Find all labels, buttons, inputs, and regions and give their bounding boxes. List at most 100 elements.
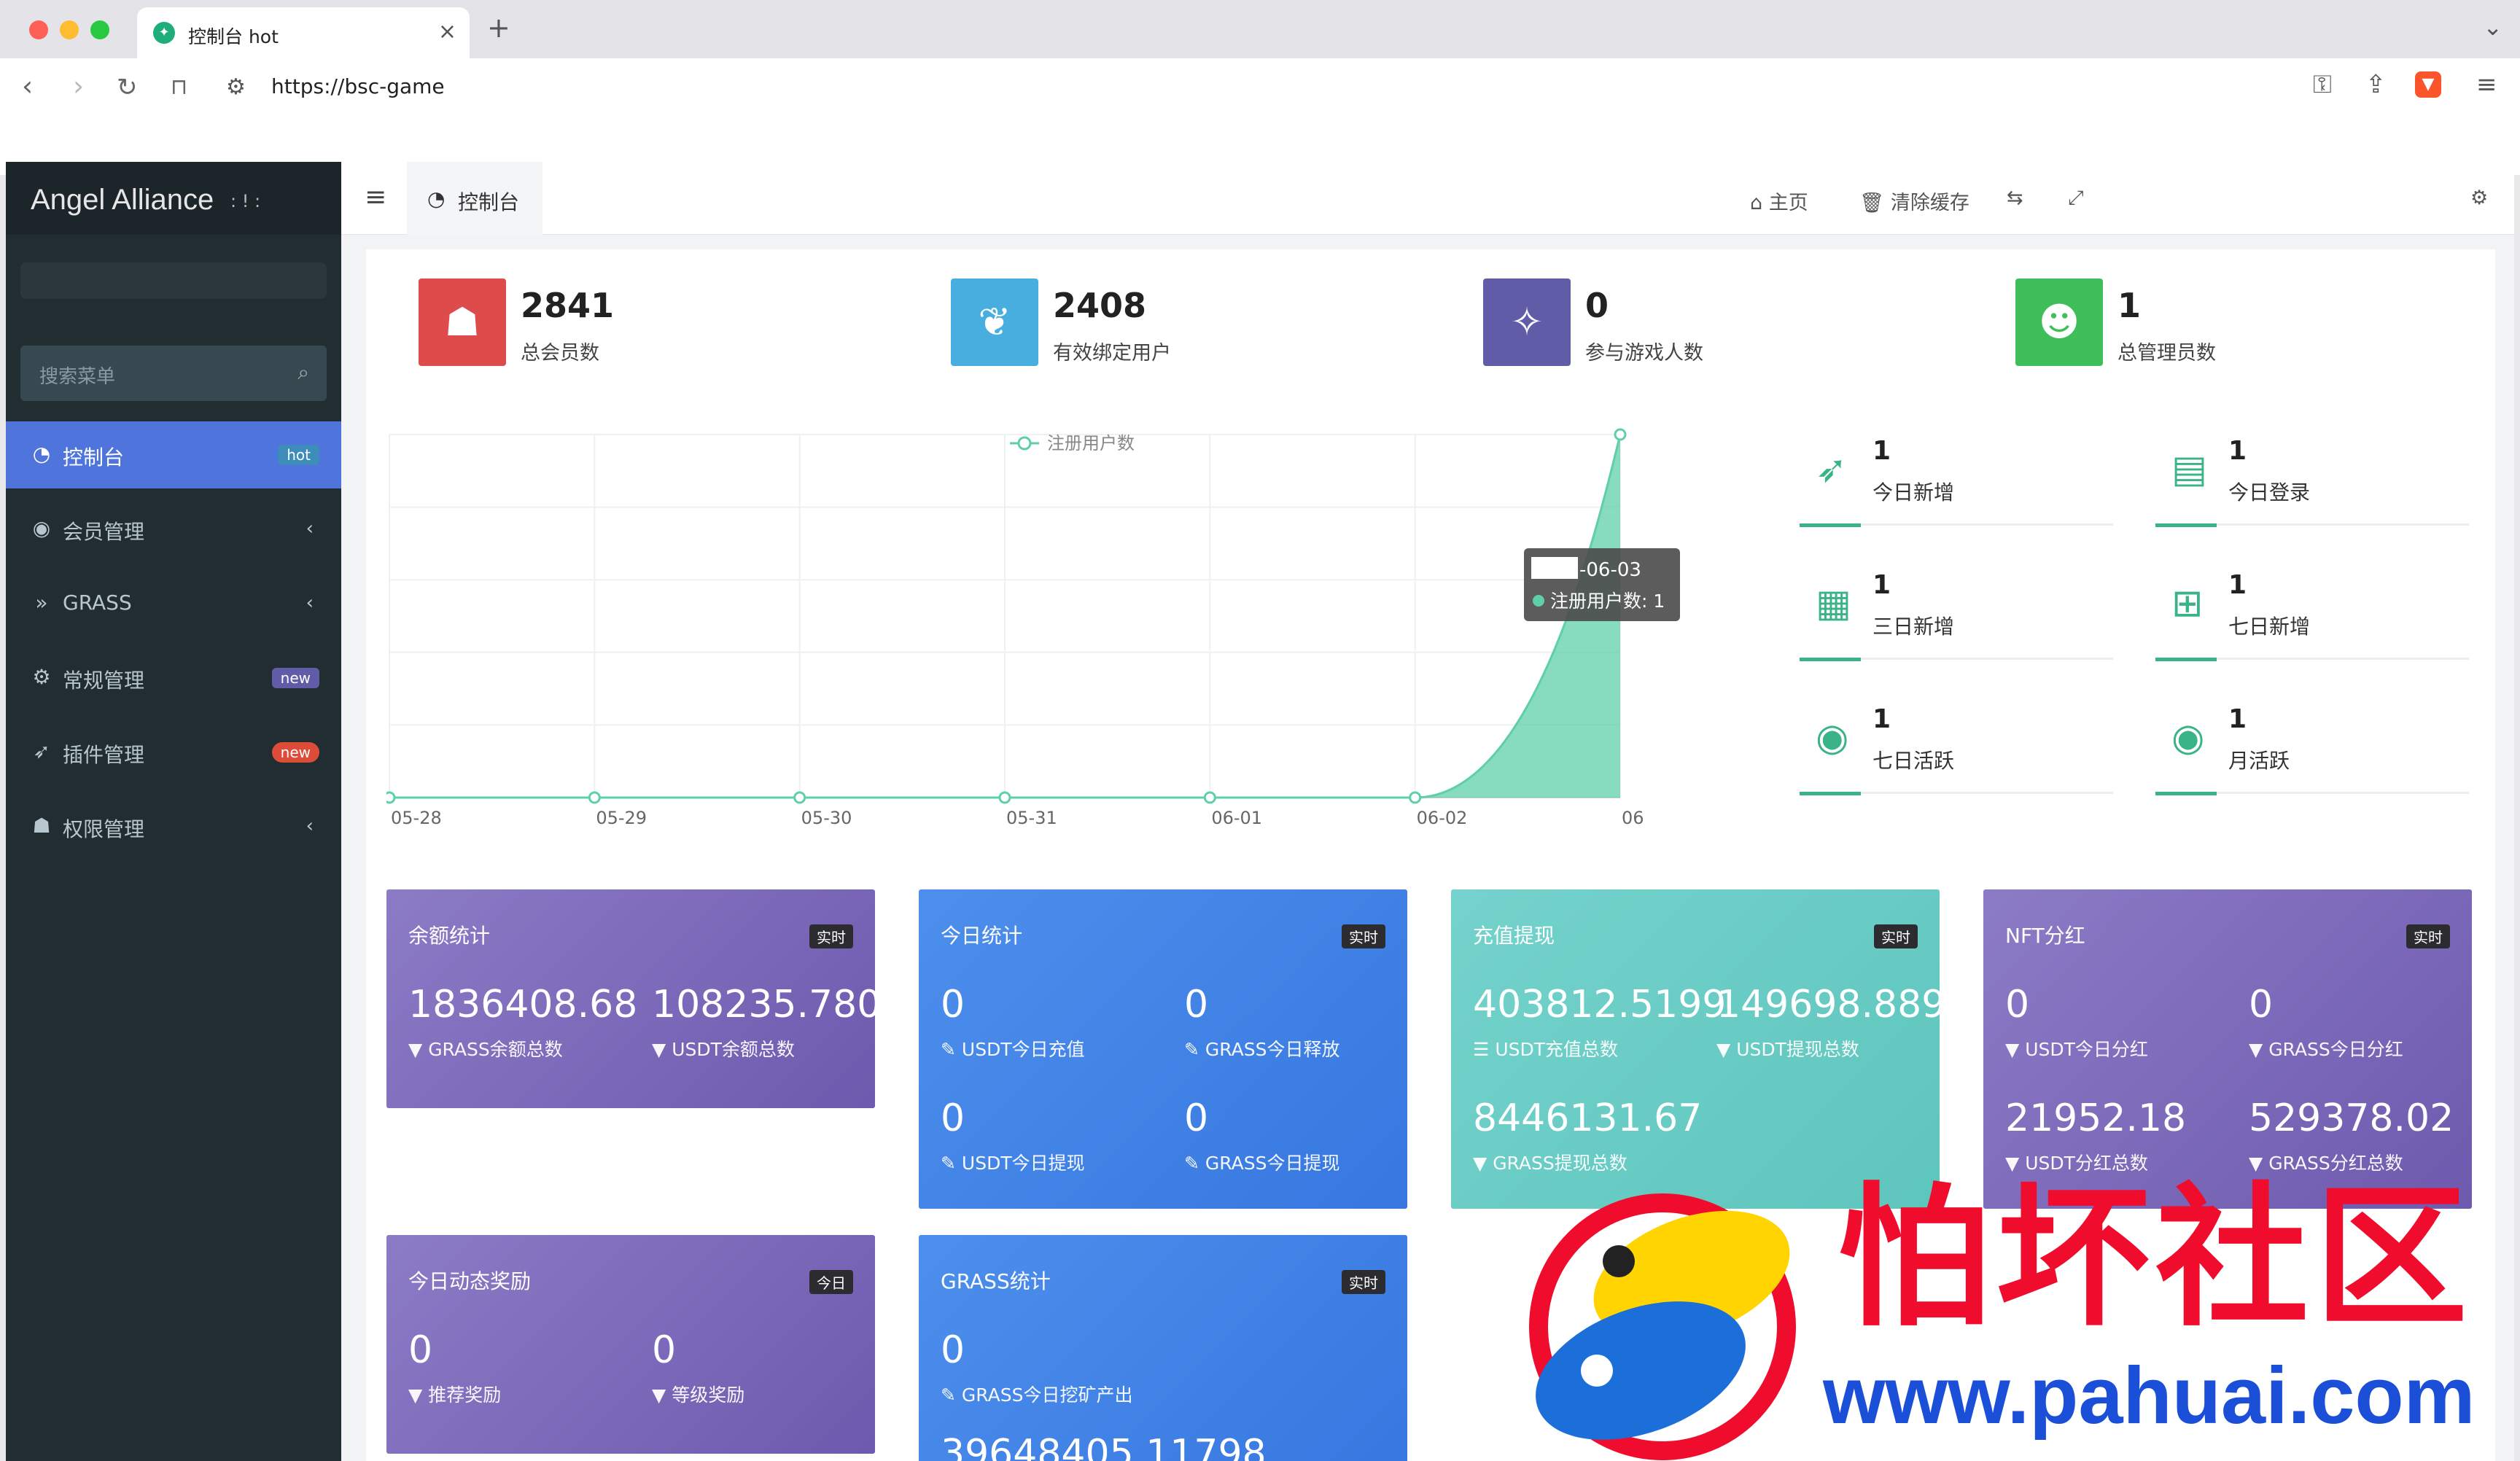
stat-game-players: ✧ 0 参与游戏人数 xyxy=(1483,278,1994,366)
panel-balance: 余额统计 实时 1836408.68 ▼ GRASS余额总数 108235.78… xyxy=(386,889,875,1108)
data-point xyxy=(1409,791,1422,804)
stat-label: 有效绑定用户 xyxy=(1053,342,1171,365)
realtime-badge: 实时 xyxy=(1342,924,1385,948)
sidebar-item-permissions[interactable]: ☗ 权限管理 ‹ xyxy=(6,793,341,860)
site-settings-icon[interactable]: ⚙ xyxy=(226,74,246,100)
panel-title: 今日动态奖励 xyxy=(408,1269,532,1293)
panel-label: ✎ USDT今日充值 xyxy=(941,1039,1085,1060)
search-icon[interactable]: ⌕ xyxy=(298,360,309,385)
divider-accent xyxy=(1800,792,1861,795)
panel-value: 21952.18 xyxy=(2005,1096,2187,1140)
sidebar-item-members[interactable]: ◉ 会员管理 ‹ xyxy=(6,496,341,563)
url-text[interactable]: https://bsc-game xyxy=(271,74,445,98)
realtime-badge: 实时 xyxy=(1342,1270,1385,1294)
new-tab-icon[interactable]: + xyxy=(487,12,510,44)
tooltip-date: -06-03 xyxy=(1579,559,1641,581)
browser-tab-bar: ✦ 控制台 hot × + ⌄ xyxy=(0,0,2520,58)
brave-shield-icon[interactable]: ▼ xyxy=(2415,71,2441,98)
tab-label: 控制台 xyxy=(458,190,520,214)
stat-label: 总管理员数 xyxy=(2118,342,2216,365)
realtime-badge: 实时 xyxy=(1874,924,1918,948)
mini-stat-label: 月活跃 xyxy=(2228,749,2290,773)
sidebar-item-plugins[interactable]: ➶ 插件管理 new xyxy=(6,719,341,786)
logo-text: Angel Alliance xyxy=(31,184,214,216)
stat-label: 参与游戏人数 xyxy=(1585,342,1703,365)
mini-stat-value: 1 xyxy=(1872,570,1891,600)
panel-label: ▼ 等级奖励 xyxy=(652,1384,745,1406)
magic-wand-icon: ✧ xyxy=(1483,278,1571,366)
watermark: 怕坏社区 www.pahuai.com xyxy=(1517,1181,2520,1461)
panel-label: ▼ USDT余额总数 xyxy=(652,1039,795,1060)
menu-search-input[interactable]: 搜索菜单 ⌕ xyxy=(20,346,327,401)
back-icon[interactable]: ‹ xyxy=(22,70,33,102)
reload-icon[interactable]: ↻ xyxy=(117,73,138,102)
cogs-icon: ⚙ xyxy=(32,665,51,689)
panel-dynamic-reward: 今日动态奖励 今日 0 ▼ 推荐奖励 0 ▼ 等级奖励 xyxy=(386,1235,875,1454)
tab-title: 控制台 hot xyxy=(188,26,279,47)
tab-dashboard[interactable]: ◔ 控制台 xyxy=(407,162,542,235)
share-icon[interactable]: ⇪ xyxy=(2365,70,2387,99)
new-badge: new xyxy=(271,668,319,688)
sidebar-item-grass[interactable]: » GRASS ‹ xyxy=(6,570,341,637)
panel-title: NFT分红 xyxy=(2005,924,2085,948)
panel-title: GRASS统计 xyxy=(941,1269,1051,1293)
mini-stat-seven-day-active: ◉ 1 七日活跃 xyxy=(1800,700,2113,824)
sidebar-toggle-icon[interactable]: ≡ xyxy=(365,182,386,212)
close-window-button[interactable] xyxy=(29,20,48,39)
forward-icon[interactable]: › xyxy=(73,70,84,102)
registration-chart[interactable]: 05-28 05-29 05-30 05-31 06-01 06-02 06 注册用户数 -06… xyxy=(386,424,1772,847)
sidebar-item-label: 权限管理 xyxy=(63,817,145,841)
mini-stat-three-day-new: ▦ 1 三日新增 xyxy=(1800,566,2113,690)
panel-value: 0 xyxy=(941,1328,965,1372)
legend-label: 注册用户数 xyxy=(1047,433,1135,453)
minimize-window-button[interactable] xyxy=(60,20,79,39)
mini-stat-today-login: ▤ 1 今日登录 xyxy=(2155,432,2469,556)
clear-cache-label: 清除缓存 xyxy=(1890,192,1969,214)
browser-toolbar: ‹ › ↻ ⊓ ⚙ https://bsc-game ⚿ ⇪ ▼ ≡ xyxy=(0,58,2520,175)
panel-label: ▼ GRASS今日分红 xyxy=(2249,1039,2403,1060)
panel-label: ☰ USDT充值总数 xyxy=(1473,1039,1619,1060)
key-icon[interactable]: ⚿ xyxy=(2313,70,2332,99)
logo[interactable]: Angel Alliance : ! : xyxy=(6,162,341,235)
browser-tab[interactable]: ✦ 控制台 hot × xyxy=(137,7,470,58)
panel-value: 0 xyxy=(1184,983,1209,1026)
x-tick-label: 06-02 xyxy=(1417,808,1468,828)
fullscreen-icon[interactable]: ⤢ xyxy=(2068,187,2084,210)
sidebar-item-dashboard[interactable]: ◔ 控制台 hot xyxy=(6,421,341,488)
bookmark-icon[interactable]: ⊓ xyxy=(171,74,187,100)
mini-stat-value: 1 xyxy=(1872,704,1891,734)
panel-label: ▼ GRASS提现总数 xyxy=(1473,1153,1628,1174)
panel-value: 0 xyxy=(2005,983,2030,1026)
panel-value: 8446131.67 xyxy=(1473,1096,1703,1140)
panel-value: 0 xyxy=(652,1328,677,1372)
users-icon: ☗ xyxy=(419,278,506,366)
sidebar-item-general[interactable]: ⚙ 常规管理 new xyxy=(6,644,341,712)
panel-value: 1836408.68 xyxy=(408,983,638,1026)
rocket-icon: ➶ xyxy=(1816,448,1848,491)
mini-stat-seven-day-new: ⊞ 1 七日新增 xyxy=(2155,566,2469,690)
panel-label: ▼ USDT今日分红 xyxy=(2005,1039,2148,1060)
divider-accent xyxy=(1800,658,1861,661)
legend-marker xyxy=(1017,436,1032,451)
sidebar-item-label: 常规管理 xyxy=(63,669,145,693)
panel-value: 403812.5199 xyxy=(1473,983,1727,1026)
panel-value: 0 xyxy=(941,983,965,1026)
address-bar[interactable]: ⚙ https://bsc-game xyxy=(211,64,2399,109)
translate-icon[interactable]: ⇆ xyxy=(2007,187,2023,209)
fish-logo-icon xyxy=(1529,1193,1796,1460)
stat-value: 1 xyxy=(2118,286,2142,325)
panel-label: ▼ GRASS余额总数 xyxy=(408,1039,563,1060)
zoom-window-button[interactable] xyxy=(90,20,109,39)
mini-stat-label: 七日活跃 xyxy=(1872,749,1955,773)
browser-menu-icon[interactable]: ≡ xyxy=(2476,70,2497,99)
mini-stat-monthly-active: ◉ 1 月活跃 xyxy=(2155,700,2469,824)
panel-title: 今日统计 xyxy=(941,924,1023,948)
mini-stat-label: 今日新增 xyxy=(1872,480,1955,504)
clear-cache-link[interactable]: 🗑 清除缓存 xyxy=(1859,187,1969,215)
tab-close-icon[interactable]: × xyxy=(438,19,456,44)
data-point xyxy=(588,791,601,804)
tab-list-chevron-icon[interactable]: ⌄ xyxy=(2483,13,2502,41)
settings-icon[interactable]: ⚙ xyxy=(2470,187,2488,209)
chevron-left-icon: ‹ xyxy=(306,518,314,539)
home-link[interactable]: ⌂ 主页 xyxy=(1750,187,1808,215)
